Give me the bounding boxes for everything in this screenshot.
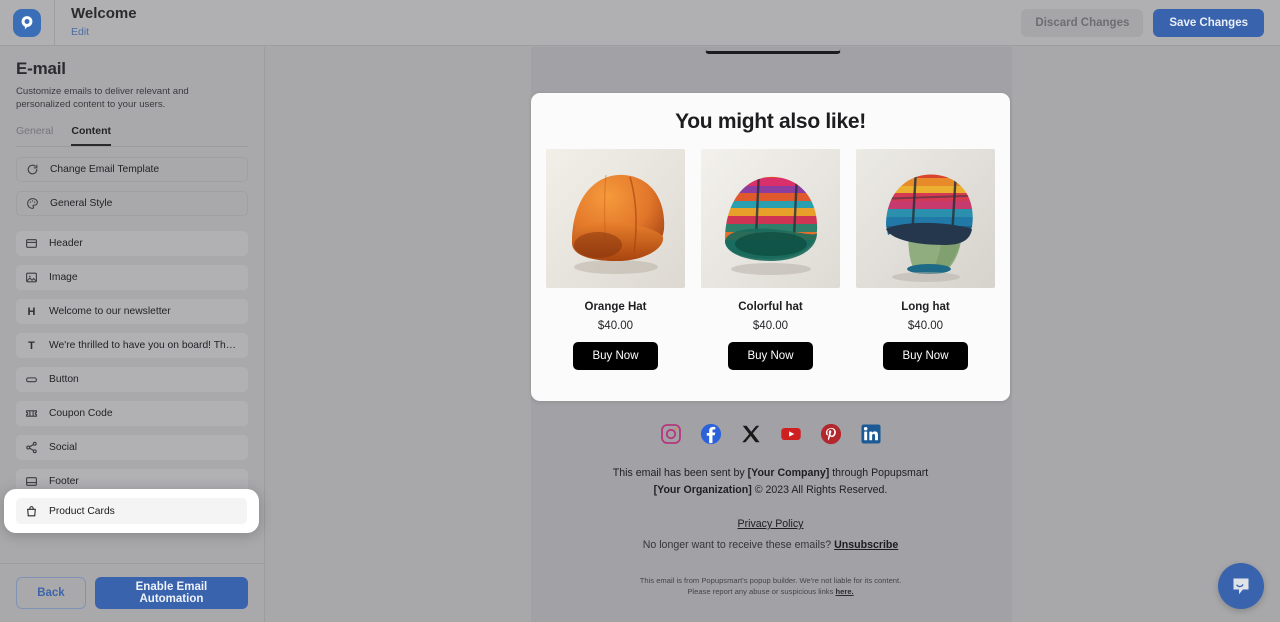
sidebar-title: E-mail <box>16 59 66 78</box>
sidebar-item-label: Product Cards <box>49 505 115 517</box>
email-preview-canvas: You might also like! Orange Hat $40.00 B… <box>531 47 1012 622</box>
product-cards-block[interactable]: You might also like! Orange Hat $40.00 B… <box>531 93 1010 401</box>
youtube-icon[interactable] <box>780 423 802 445</box>
sidebar-header: E-mail Customize emails to deliver relev… <box>0 47 264 111</box>
share-icon <box>25 441 38 454</box>
sidebar-item-label: We're thrilled to have you on board! Tha… <box>49 340 239 351</box>
heading-h-icon: H <box>27 305 36 318</box>
sidebar-footer: Back Enable Email Automation <box>0 563 264 622</box>
pinterest-icon[interactable] <box>820 423 842 445</box>
privacy-policy-link[interactable]: Privacy Policy <box>738 518 804 530</box>
sidebar-item-label: Header <box>49 238 83 249</box>
logo-container <box>0 0 55 46</box>
button-icon <box>25 373 38 386</box>
rights-reserved-text: © 2023 All Rights Reserved. <box>751 484 888 496</box>
topbar-title-group: Welcome Edit <box>55 5 137 40</box>
fine-print-line1: This email is from Popupsmart's popup bu… <box>639 576 902 585</box>
sidebar-item-paragraph-text[interactable]: T We're thrilled to have you on board! T… <box>16 333 248 358</box>
sidebar-item-label: General Style <box>50 198 113 209</box>
product-price: $40.00 <box>597 320 634 332</box>
sidebar-item-heading-text[interactable]: H Welcome to our newsletter <box>16 299 248 324</box>
x-twitter-icon[interactable] <box>740 423 762 445</box>
sidebar-item-label: Coupon Code <box>49 408 113 419</box>
palette-icon <box>26 197 39 210</box>
top-bar: Welcome Edit Discard Changes Save Change… <box>0 0 1280 46</box>
sidebar-item-image[interactable]: Image <box>16 265 248 290</box>
text-t-icon: T <box>28 339 35 352</box>
buy-now-button[interactable]: Buy Now <box>883 342 968 370</box>
page-title: Welcome <box>71 5 137 22</box>
edit-link[interactable]: Edit <box>71 26 89 38</box>
sidebar-item-product-cards[interactable]: Product Cards <box>16 498 247 524</box>
fine-print-line2-prefix: Please report any abuse or suspicious li… <box>687 587 836 596</box>
product-price: $40.00 <box>907 320 944 332</box>
save-changes-button[interactable]: Save Changes <box>1153 8 1264 37</box>
sidebar-description: Customize emails to deliver relevant and… <box>16 86 189 110</box>
sidebar-item-label: Welcome to our newsletter <box>49 306 171 317</box>
tab-general[interactable]: General <box>16 125 53 146</box>
sidebar-item-general-style[interactable]: General Style <box>16 191 248 216</box>
sidebar-item-label: Change Email Template <box>50 164 160 175</box>
product-cards-heading: You might also like! <box>675 110 866 133</box>
header-block-icon <box>25 237 38 250</box>
long-beanie-on-mannequin-photo <box>856 149 995 288</box>
unsubscribe-link[interactable]: Unsubscribe <box>834 539 898 551</box>
image-icon <box>25 271 38 284</box>
buy-now-button[interactable]: Buy Now <box>573 342 658 370</box>
sidebar-item-header[interactable]: Header <box>16 231 248 256</box>
privacy-policy-row: Privacy Policy <box>531 518 1010 530</box>
product-card[interactable]: Long hat $40.00 Buy Now <box>856 149 995 370</box>
footer-block-icon <box>25 475 38 488</box>
unsubscribe-prefix: No longer want to receive these emails? <box>642 539 835 551</box>
shopping-bag-icon <box>25 505 38 518</box>
product-list: Orange Hat $40.00 Buy Now Colorful hat $… <box>531 134 1010 370</box>
topbar-actions: Discard Changes Save Changes <box>1021 8 1280 37</box>
sidebar-item-social[interactable]: Social <box>16 435 248 460</box>
product-card[interactable]: Colorful hat $40.00 Buy Now <box>701 149 840 370</box>
clipped-block-above[interactable] <box>705 47 841 54</box>
sidebar-tabs: General Content <box>16 125 248 147</box>
organization-placeholder: [Your Organization] <box>653 484 752 496</box>
social-links-row <box>531 423 1010 445</box>
sidebar-item-change-email-template[interactable]: Change Email Template <box>16 157 248 182</box>
discard-changes-button[interactable]: Discard Changes <box>1021 8 1144 37</box>
product-name: Orange Hat <box>584 301 647 313</box>
sidebar-item-label: Image <box>49 272 78 283</box>
enable-email-automation-button[interactable]: Enable Email Automation <box>94 577 248 609</box>
back-button[interactable]: Back <box>16 577 86 609</box>
product-price: $40.00 <box>752 320 789 332</box>
sent-by-prefix: This email has been sent by <box>612 467 748 479</box>
product-name: Colorful hat <box>738 301 803 313</box>
sidebar-item-label: Social <box>49 442 78 453</box>
sidebar-item-coupon-code[interactable]: Coupon Code <box>16 401 248 426</box>
instagram-icon[interactable] <box>660 423 682 445</box>
refresh-icon <box>26 163 39 176</box>
product-cards-spotlight: Product Cards <box>4 489 259 533</box>
sidebar-item-label: Footer <box>49 476 79 487</box>
app-root: Welcome Edit Discard Changes Save Change… <box>0 0 1280 622</box>
sidebar-item-label: Button <box>49 374 79 385</box>
company-placeholder: [Your Company] <box>747 467 830 479</box>
chat-widget-button[interactable] <box>1218 563 1264 609</box>
sidebar-item-button[interactable]: Button <box>16 367 248 392</box>
facebook-icon[interactable] <box>700 423 722 445</box>
email-settings-sidebar: E-mail Customize emails to deliver relev… <box>0 47 265 622</box>
linkedin-icon[interactable] <box>860 423 882 445</box>
ticket-icon <box>25 407 38 420</box>
fine-print: This email is from Popupsmart's popup bu… <box>531 575 1010 597</box>
product-name: Long hat <box>901 301 950 313</box>
buy-now-button[interactable]: Buy Now <box>728 342 813 370</box>
orange-beanie-photo <box>546 149 685 288</box>
product-card[interactable]: Orange Hat $40.00 Buy Now <box>546 149 685 370</box>
colorful-beanie-photo <box>701 149 840 288</box>
sent-by-suffix: through Popupsmart <box>829 467 929 479</box>
popupsmart-logo-icon <box>13 8 41 37</box>
sidebar-block-list: Change Email Template General Style Head… <box>0 147 264 494</box>
unsubscribe-row: No longer want to receive these emails? … <box>531 539 1010 551</box>
report-here-link[interactable]: here. <box>836 587 854 596</box>
chat-bubble-icon <box>1233 578 1249 595</box>
sent-by-text: This email has been sent by [Your Compan… <box>531 465 1010 499</box>
tab-content[interactable]: Content <box>71 125 112 146</box>
